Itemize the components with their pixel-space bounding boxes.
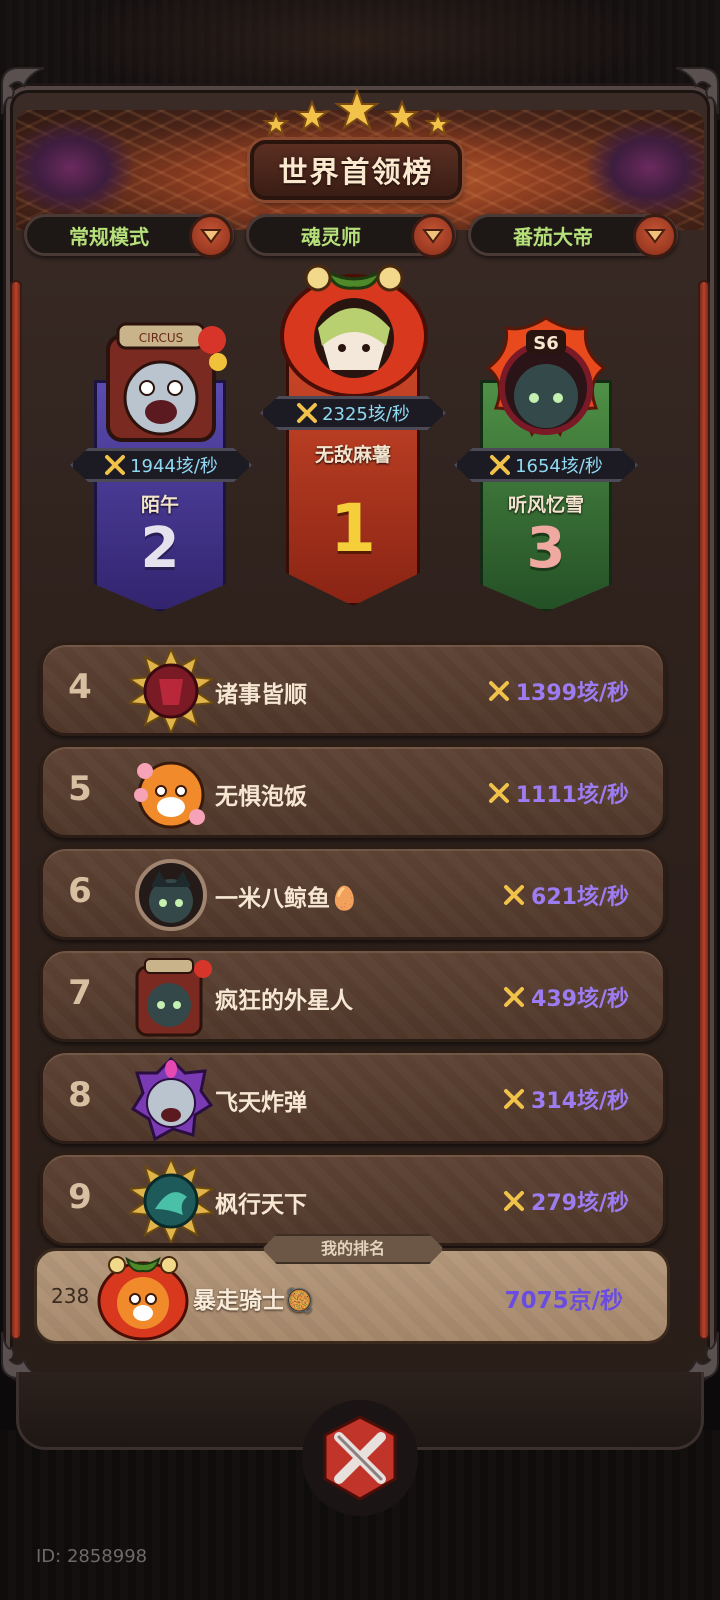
title-plate: 世界首领榜: [250, 140, 462, 200]
row-rank: 5: [68, 769, 92, 809]
row-score-value: 439垓/秒: [531, 987, 629, 1012]
row-player-name: 诸事皆顺: [215, 682, 307, 708]
sun-frame-avatar: [129, 649, 213, 733]
row-score: 621垓/秒: [503, 879, 629, 911]
row-player-name: 无惧泡饭: [215, 784, 307, 810]
dragon-sun-avatar: [129, 1159, 213, 1243]
row-player-name: 枫行天下: [215, 1192, 307, 1218]
second-place-avatar[interactable]: CIRCUS: [92, 318, 230, 444]
third-place-score: 1654垓/秒: [454, 448, 638, 482]
row-rank: 4: [68, 667, 92, 707]
row-score-value: 1111垓/秒: [515, 783, 629, 808]
star-rating-icon: [262, 88, 452, 137]
rank-row[interactable]: 6 一米八鲸鱼🥚 621垓/秒: [40, 846, 666, 940]
first-place-score: 2325垓/秒: [260, 396, 446, 430]
circus-avatar: [135, 958, 212, 1037]
swords-icon: [297, 403, 318, 423]
my-avatar: [97, 1256, 189, 1341]
circus-sign: CIRCUS: [139, 331, 183, 345]
left-side-bar: [10, 280, 22, 1340]
season-badge: S6: [533, 333, 559, 354]
my-score: 7075京/秒: [504, 1288, 623, 1314]
second-place-rank: 2: [140, 516, 180, 581]
row-score: 1111垓/秒: [488, 777, 629, 809]
row-player-name: 一米八鲸鱼🥚: [215, 886, 359, 912]
rank-row[interactable]: 8 飞天炸弹 314垓/秒: [40, 1050, 666, 1144]
third-place-avatar[interactable]: S6: [478, 312, 614, 448]
row-rank: 9: [68, 1177, 92, 1217]
mode-filter-dropdown[interactable]: 常规模式: [24, 214, 234, 258]
player-id: ID: 2858998: [36, 1546, 148, 1567]
swords-icon: [504, 885, 525, 905]
eye-decoration: [584, 118, 704, 218]
my-player-name: 暴走骑士🥘: [193, 1288, 314, 1314]
row-score-value: 1399垓/秒: [515, 681, 629, 706]
third-place-name: 听风忆雪: [507, 494, 584, 516]
my-rank-label: 我的排名: [262, 1234, 444, 1264]
first-place-avatar[interactable]: [278, 258, 430, 398]
my-rank-number: 238: [51, 1284, 90, 1308]
swords-icon: [504, 987, 525, 1007]
second-place-name: 陌午: [140, 494, 179, 516]
rank-row[interactable]: 5 无惧泡饭 1111垓/秒: [40, 744, 666, 838]
first-place-name: 无敌麻薯: [314, 444, 391, 466]
purple-frame-avatar: [130, 1057, 213, 1141]
first-place-score-value: 2325垓/秒: [322, 404, 410, 425]
row-score-value: 279垓/秒: [531, 1191, 629, 1216]
row-score-value: 621垓/秒: [531, 885, 629, 910]
rank-row[interactable]: 4 诸事皆顺 1399垓/秒: [40, 642, 666, 736]
swords-icon: [488, 681, 509, 701]
close-button[interactable]: [302, 1400, 418, 1516]
swords-icon: [105, 455, 126, 475]
rank-row[interactable]: 9 枫行天下 279垓/秒: [40, 1152, 666, 1246]
close-icon[interactable]: [315, 1413, 405, 1503]
eye-decoration: [16, 118, 136, 218]
row-rank: 6: [68, 871, 92, 911]
swords-icon: [490, 455, 511, 475]
third-place-score-value: 1654垓/秒: [515, 456, 603, 477]
row-score: 279垓/秒: [503, 1185, 629, 1217]
chevron-down-icon[interactable]: [633, 214, 677, 258]
shadow-cat-avatar: [135, 859, 207, 931]
row-rank: 8: [68, 1075, 92, 1115]
swords-icon: [504, 1089, 525, 1109]
right-side-bar: [698, 280, 710, 1340]
row-player-name: 疯狂的外星人: [215, 988, 353, 1014]
class-filter-dropdown[interactable]: 魂灵师: [246, 214, 456, 258]
swords-icon: [504, 1191, 525, 1211]
row-score-value: 314垓/秒: [531, 1089, 629, 1114]
row-score: 1399垓/秒: [488, 675, 629, 707]
row-rank: 7: [68, 973, 92, 1013]
boss-filter-dropdown[interactable]: 番茄大帝: [468, 214, 678, 258]
rank-row[interactable]: 7 疯狂的外星人 439垓/秒: [40, 948, 666, 1042]
row-score: 314垓/秒: [503, 1083, 629, 1115]
tiger-flower-avatar: [134, 761, 205, 829]
chevron-down-icon[interactable]: [189, 214, 233, 258]
second-place-score: 1944垓/秒: [70, 448, 252, 482]
page-title: 世界首领榜: [278, 155, 434, 189]
row-player-name: 飞天炸弹: [215, 1090, 307, 1116]
third-place-rank: 3: [526, 516, 566, 581]
first-place-rank: 1: [330, 490, 376, 567]
chevron-down-icon[interactable]: [411, 214, 455, 258]
second-place-score-value: 1944垓/秒: [130, 456, 218, 477]
row-score: 439垓/秒: [503, 981, 629, 1013]
swords-icon: [488, 783, 509, 803]
